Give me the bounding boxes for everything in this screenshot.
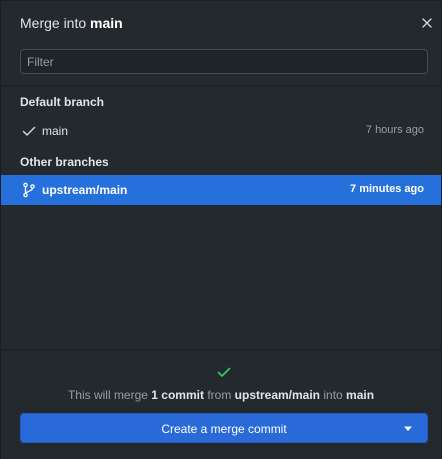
branch-name: main — [42, 124, 69, 138]
branch-row-upstream-main[interactable]: upstream/main 7 minutes ago — [1, 175, 441, 205]
branch-time: 7 minutes ago — [350, 183, 424, 195]
summary-commit-count: 1 commit — [151, 388, 204, 402]
branch-row-main[interactable]: main 7 hours ago — [1, 116, 441, 146]
branch-name: upstream/main — [42, 183, 128, 197]
check-icon — [22, 126, 36, 136]
caret-down-icon[interactable] — [403, 426, 413, 432]
default-branch-header: Default branch — [20, 95, 105, 109]
summary-into-word: into — [320, 388, 347, 402]
summary-from-word: from — [203, 388, 235, 402]
summary-target-branch: main — [346, 388, 375, 402]
list-divider — [1, 85, 441, 86]
merge-footer: This will merge 1 commit from upstream/m… — [1, 349, 441, 459]
dialog-header: Merge into main — [1, 1, 441, 45]
create-merge-commit-button[interactable]: Create a merge commit — [20, 413, 428, 443]
filter-input[interactable] — [21, 50, 427, 73]
branch-time: 7 hours ago — [365, 124, 424, 136]
dialog-title-prefix: Merge into — [20, 15, 91, 31]
close-icon[interactable] — [419, 15, 435, 31]
merge-dialog: Merge into main Default branch main 7 ho… — [0, 0, 442, 459]
merge-button-label: Create a merge commit — [161, 422, 287, 436]
merge-summary: This will merge 1 commit from upstream/m… — [1, 388, 441, 402]
summary-prefix: This will merge — [67, 388, 152, 402]
git-branch-icon — [23, 182, 35, 198]
check-icon — [217, 367, 231, 377]
dialog-title: Merge into main — [20, 15, 123, 31]
dialog-title-branch: main — [90, 15, 123, 31]
summary-source-branch: upstream/main — [234, 388, 321, 402]
other-branches-header: Other branches — [20, 155, 109, 169]
filter-field — [20, 49, 428, 74]
